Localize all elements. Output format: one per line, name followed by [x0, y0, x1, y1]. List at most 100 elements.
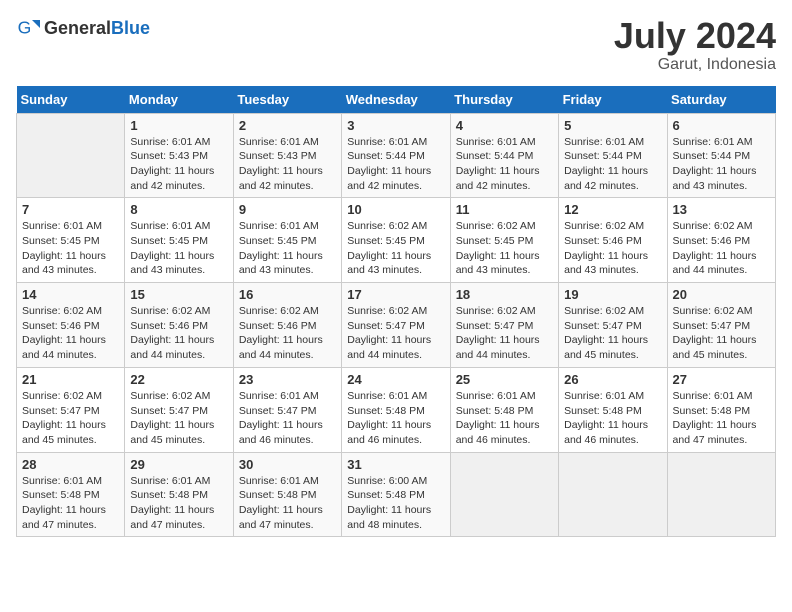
- calendar-cell: 29 Sunrise: 6:01 AM Sunset: 5:48 PM Dayli…: [125, 452, 233, 537]
- calendar-cell: 10Sunrise: 6:02 AM Sunset: 5:45 PM Dayli…: [342, 198, 450, 283]
- day-info: Sunrise: 6:01 AM Sunset: 5:45 PM Dayligh…: [239, 219, 336, 278]
- day-info: Sunrise: 6:02 AM Sunset: 5:46 PM Dayligh…: [22, 304, 119, 363]
- day-number: 5: [564, 118, 661, 133]
- page-header: G GeneralBlue July 2024 Garut, Indonesia: [16, 16, 776, 74]
- day-info: Sunrise: 6:02 AM Sunset: 5:47 PM Dayligh…: [673, 304, 770, 363]
- day-number: 21: [22, 372, 119, 387]
- logo-text-blue: Blue: [111, 18, 150, 38]
- calendar-cell: 1Sunrise: 6:01 AM Sunset: 5:43 PM Daylig…: [125, 113, 233, 198]
- day-number: 30: [239, 457, 336, 472]
- header-day-sunday: Sunday: [17, 86, 125, 114]
- week-row-4: 21 Sunrise: 6:02 AM Sunset: 5:47 PM Dayli…: [17, 367, 776, 452]
- calendar-cell: 7Sunrise: 6:01 AM Sunset: 5:45 PM Daylig…: [17, 198, 125, 283]
- day-number: 14: [22, 287, 119, 302]
- day-number: 15: [130, 287, 227, 302]
- calendar-cell: 24 Sunrise: 6:01 AM Sunset: 5:48 PM Dayli…: [342, 367, 450, 452]
- calendar-cell: 28Sunrise: 6:01 AM Sunset: 5:48 PM Dayli…: [17, 452, 125, 537]
- day-info: Sunrise: 6:01 AM Sunset: 5:43 PM Dayligh…: [130, 135, 227, 194]
- day-number: 12: [564, 202, 661, 217]
- calendar-cell: 23Sunrise: 6:01 AM Sunset: 5:47 PM Dayli…: [233, 367, 341, 452]
- day-info: Sunrise: 6:02 AM Sunset: 5:46 PM Dayligh…: [564, 219, 661, 278]
- header-day-monday: Monday: [125, 86, 233, 114]
- day-info: Sunrise: 6:01 AM Sunset: 5:47 PM Dayligh…: [239, 389, 336, 448]
- calendar-cell: 11 Sunrise: 6:02 AM Sunset: 5:45 PM Dayli…: [450, 198, 558, 283]
- calendar-cell: 26 Sunrise: 6:01 AM Sunset: 5:48 PM Dayli…: [559, 367, 667, 452]
- header-day-saturday: Saturday: [667, 86, 775, 114]
- day-number: 31: [347, 457, 444, 472]
- day-number: 20: [673, 287, 770, 302]
- calendar-cell: 13 Sunrise: 6:02 AM Sunset: 5:46 PM Dayli…: [667, 198, 775, 283]
- week-row-2: 7Sunrise: 6:01 AM Sunset: 5:45 PM Daylig…: [17, 198, 776, 283]
- day-info: Sunrise: 6:01 AM Sunset: 5:45 PM Dayligh…: [130, 219, 227, 278]
- calendar-cell: 20 Sunrise: 6:02 AM Sunset: 5:47 PM Dayli…: [667, 283, 775, 368]
- day-number: 22: [130, 372, 227, 387]
- calendar-cell: 17 Sunrise: 6:02 AM Sunset: 5:47 PM Dayli…: [342, 283, 450, 368]
- day-number: 10: [347, 202, 444, 217]
- header-day-wednesday: Wednesday: [342, 86, 450, 114]
- calendar-cell: 27Sunrise: 6:01 AM Sunset: 5:48 PM Dayli…: [667, 367, 775, 452]
- title-area: July 2024 Garut, Indonesia: [614, 16, 776, 74]
- calendar-cell: 25Sunrise: 6:01 AM Sunset: 5:48 PM Dayli…: [450, 367, 558, 452]
- day-number: 18: [456, 287, 553, 302]
- calendar-cell: [667, 452, 775, 537]
- calendar-cell: 8 Sunrise: 6:01 AM Sunset: 5:45 PM Daylig…: [125, 198, 233, 283]
- calendar-cell: 18Sunrise: 6:02 AM Sunset: 5:47 PM Dayli…: [450, 283, 558, 368]
- day-info: Sunrise: 6:01 AM Sunset: 5:45 PM Dayligh…: [22, 219, 119, 278]
- day-info: Sunrise: 6:01 AM Sunset: 5:48 PM Dayligh…: [456, 389, 553, 448]
- svg-text:G: G: [18, 18, 32, 38]
- day-info: Sunrise: 6:01 AM Sunset: 5:44 PM Dayligh…: [456, 135, 553, 194]
- day-number: 17: [347, 287, 444, 302]
- calendar-cell: 15 Sunrise: 6:02 AM Sunset: 5:46 PM Dayli…: [125, 283, 233, 368]
- day-number: 4: [456, 118, 553, 133]
- header-day-tuesday: Tuesday: [233, 86, 341, 114]
- calendar-cell: 21 Sunrise: 6:02 AM Sunset: 5:47 PM Dayli…: [17, 367, 125, 452]
- calendar-body: 1Sunrise: 6:01 AM Sunset: 5:43 PM Daylig…: [17, 113, 776, 537]
- day-info: Sunrise: 6:01 AM Sunset: 5:48 PM Dayligh…: [673, 389, 770, 448]
- calendar-cell: 16 Sunrise: 6:02 AM Sunset: 5:46 PM Dayli…: [233, 283, 341, 368]
- calendar-cell: 5Sunrise: 6:01 AM Sunset: 5:44 PM Daylig…: [559, 113, 667, 198]
- header-day-thursday: Thursday: [450, 86, 558, 114]
- day-info: Sunrise: 6:01 AM Sunset: 5:48 PM Dayligh…: [130, 474, 227, 533]
- calendar-cell: 6 Sunrise: 6:01 AM Sunset: 5:44 PM Daylig…: [667, 113, 775, 198]
- day-number: 6: [673, 118, 770, 133]
- day-number: 3: [347, 118, 444, 133]
- day-number: 2: [239, 118, 336, 133]
- day-info: Sunrise: 6:02 AM Sunset: 5:45 PM Dayligh…: [456, 219, 553, 278]
- calendar-header-row: SundayMondayTuesdayWednesdayThursdayFrid…: [17, 86, 776, 114]
- calendar-cell: 3Sunrise: 6:01 AM Sunset: 5:44 PM Daylig…: [342, 113, 450, 198]
- calendar-cell: 4 Sunrise: 6:01 AM Sunset: 5:44 PM Daylig…: [450, 113, 558, 198]
- week-row-1: 1Sunrise: 6:01 AM Sunset: 5:43 PM Daylig…: [17, 113, 776, 198]
- day-info: Sunrise: 6:01 AM Sunset: 5:48 PM Dayligh…: [22, 474, 119, 533]
- calendar-cell: 2Sunrise: 6:01 AM Sunset: 5:43 PM Daylig…: [233, 113, 341, 198]
- day-number: 19: [564, 287, 661, 302]
- day-info: Sunrise: 6:01 AM Sunset: 5:44 PM Dayligh…: [673, 135, 770, 194]
- day-info: Sunrise: 6:02 AM Sunset: 5:47 PM Dayligh…: [347, 304, 444, 363]
- day-info: Sunrise: 6:02 AM Sunset: 5:47 PM Dayligh…: [22, 389, 119, 448]
- day-number: 24: [347, 372, 444, 387]
- day-info: Sunrise: 6:02 AM Sunset: 5:46 PM Dayligh…: [673, 219, 770, 278]
- day-number: 11: [456, 202, 553, 217]
- day-info: Sunrise: 6:01 AM Sunset: 5:48 PM Dayligh…: [239, 474, 336, 533]
- day-number: 29: [130, 457, 227, 472]
- calendar-cell: [17, 113, 125, 198]
- day-number: 8: [130, 202, 227, 217]
- day-number: 13: [673, 202, 770, 217]
- calendar-cell: 22 Sunrise: 6:02 AM Sunset: 5:47 PM Dayli…: [125, 367, 233, 452]
- calendar-cell: 9Sunrise: 6:01 AM Sunset: 5:45 PM Daylig…: [233, 198, 341, 283]
- day-info: Sunrise: 6:02 AM Sunset: 5:47 PM Dayligh…: [564, 304, 661, 363]
- day-info: Sunrise: 6:01 AM Sunset: 5:48 PM Dayligh…: [347, 389, 444, 448]
- calendar-cell: 19 Sunrise: 6:02 AM Sunset: 5:47 PM Dayli…: [559, 283, 667, 368]
- main-title: July 2024: [614, 16, 776, 56]
- day-info: Sunrise: 6:02 AM Sunset: 5:46 PM Dayligh…: [239, 304, 336, 363]
- day-number: 16: [239, 287, 336, 302]
- day-info: Sunrise: 6:00 AM Sunset: 5:48 PM Dayligh…: [347, 474, 444, 533]
- day-info: Sunrise: 6:02 AM Sunset: 5:46 PM Dayligh…: [130, 304, 227, 363]
- day-number: 26: [564, 372, 661, 387]
- calendar-cell: [559, 452, 667, 537]
- logo: G GeneralBlue: [16, 16, 150, 40]
- day-info: Sunrise: 6:01 AM Sunset: 5:48 PM Dayligh…: [564, 389, 661, 448]
- day-info: Sunrise: 6:02 AM Sunset: 5:47 PM Dayligh…: [130, 389, 227, 448]
- calendar-cell: [450, 452, 558, 537]
- calendar-cell: 14 Sunrise: 6:02 AM Sunset: 5:46 PM Dayli…: [17, 283, 125, 368]
- calendar-cell: 30 Sunrise: 6:01 AM Sunset: 5:48 PM Dayli…: [233, 452, 341, 537]
